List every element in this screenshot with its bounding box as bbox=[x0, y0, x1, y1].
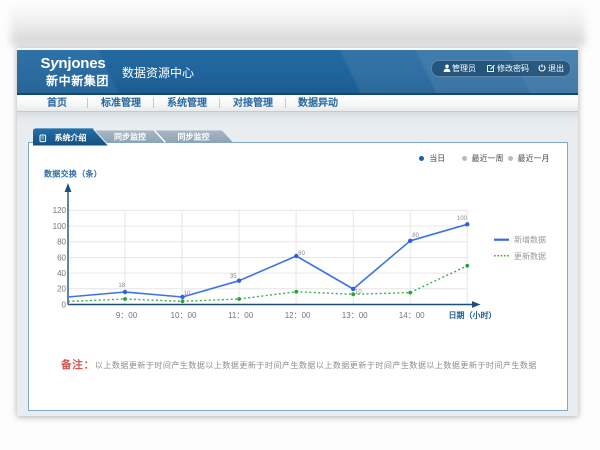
svg-text:100: 100 bbox=[53, 222, 67, 231]
svg-text:11：00: 11：00 bbox=[228, 311, 254, 320]
svg-text:10: 10 bbox=[184, 291, 191, 297]
svg-text:9：00: 9：00 bbox=[116, 311, 138, 320]
svg-text:40: 40 bbox=[57, 269, 66, 278]
svg-text:数据交换（条）: 数据交换（条） bbox=[44, 169, 102, 179]
svg-text:100: 100 bbox=[457, 216, 468, 222]
svg-text:同步监控: 同步监控 bbox=[114, 132, 146, 142]
svg-text:14：00: 14：00 bbox=[399, 311, 425, 320]
svg-text:10: 10 bbox=[355, 290, 362, 296]
svg-text:20: 20 bbox=[57, 285, 66, 294]
svg-text:日期（小时）: 日期（小时） bbox=[449, 310, 497, 320]
svg-text:13：00: 13：00 bbox=[342, 311, 368, 320]
svg-text:120: 120 bbox=[53, 206, 67, 215]
svg-text:系统介绍: 系统介绍 bbox=[55, 132, 87, 142]
svg-text:80: 80 bbox=[412, 233, 419, 239]
svg-text:12：00: 12：00 bbox=[285, 311, 311, 320]
svg-text:18: 18 bbox=[118, 283, 125, 289]
svg-text:10：00: 10：00 bbox=[171, 311, 197, 320]
svg-text:60: 60 bbox=[298, 251, 305, 257]
svg-text:0: 0 bbox=[62, 300, 67, 309]
svg-text:新增数据: 新增数据 bbox=[514, 235, 546, 245]
svg-text:35: 35 bbox=[230, 274, 237, 280]
svg-text:同步监控: 同步监控 bbox=[178, 132, 210, 142]
svg-text:60: 60 bbox=[57, 253, 66, 262]
svg-text:80: 80 bbox=[57, 238, 66, 247]
svg-text:更新数据: 更新数据 bbox=[514, 251, 546, 261]
